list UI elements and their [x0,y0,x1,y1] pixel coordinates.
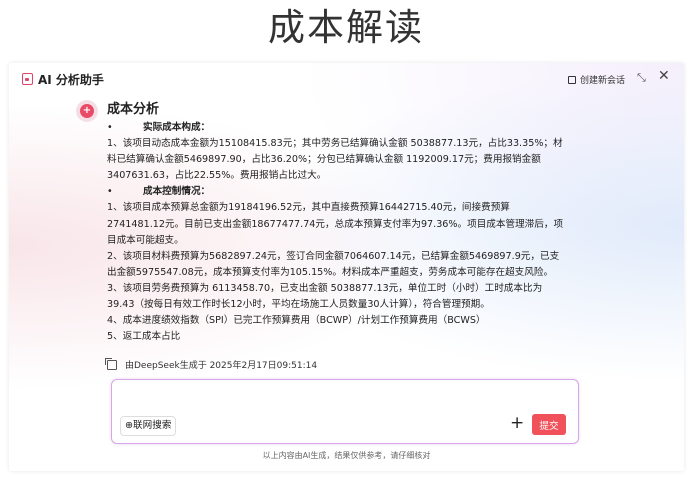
assistant-avatar: + [76,100,98,122]
app-name: AI 分析助手 [38,73,104,87]
submit-button[interactable]: 提交 [532,414,566,435]
generated-by-text: 由DeepSeek生成于 2025年2月17日09:51:14 [125,361,318,371]
app-logo-icon [22,73,33,85]
copy-icon[interactable] [105,357,117,370]
page-title: 成本解读 [268,6,424,49]
message-line: 2741481.12元。目前已支出金额18677477.74元，总成本预算支付率… [107,218,564,230]
section-heading: • 成本控制情况： [107,184,607,200]
message-line: 3、该项目劳务费预算为 6113458.70，已支出金额 5038877.13元… [107,282,543,294]
bullet-icon: • [107,186,113,198]
new-chat-button[interactable]: 创建新会话 [568,73,625,86]
message-line: 出金额5975547.08元，成本预算支付率为105.15%。材料成本严重超支，… [107,266,554,278]
message-line: 3407631.63，占比22.55%。费用报销占比过大。 [107,170,327,182]
message-line: 1、该项目成本预算总金额为19184196.52元，其中直接费预算1644271… [107,202,510,214]
message-line: 2、该项目材料费预算为5682897.24元，签订合同金额7064607.14元… [107,250,560,262]
message-title: 成本分析 [107,102,160,117]
plus-icon[interactable]: + [510,413,524,433]
message-content: 成本分析 • 实际成本构成： 1、该项目动态成本金额为15108415.83元；… [107,101,607,345]
new-chat-label: 创建新会话 [580,76,626,86]
message-line: 5、返工成本占比 [107,331,181,343]
chat-input-box[interactable]: ⊕联网搜索 + 提交 [111,379,579,444]
message-line: 1、该项目动态成本金额为15108415.83元；其中劳务已结算确认金额 503… [107,138,563,150]
message-line: 料已结算确认金额5469897.90，占比36.20%；分包已结算确认金额 11… [107,154,541,166]
section-heading-label: 实际成本构成： [143,122,211,133]
section-heading-label: 成本控制情况： [143,186,211,198]
footer-note: 以上内容由AI生成，结果仅供参考，请仔细核对 [262,451,431,460]
message-line: 目成本可能超支。 [107,234,184,246]
collapse-icon[interactable]: ⤡ [637,71,646,85]
web-search-button[interactable]: ⊕联网搜索 [120,416,177,436]
bullet-icon: • [107,122,113,133]
panel-header: AI 分析助手 创建新会话 ⤡ ✕ [9,63,684,97]
generation-meta: 由DeepSeek生成于 2025年2月17日09:51:14 [105,357,318,371]
assistant-panel: AI 分析助手 创建新会话 ⤡ ✕ + 成本分析 • 实际成本构成： 1、该项目… [9,63,684,471]
assistant-avatar-icon: + [80,104,94,118]
message-line: 39.43（按每日有效工作时长12小时，平均在场施工人员数量30人计算），符合管… [107,299,490,311]
section-heading: • 实际成本构成： [107,120,607,136]
new-chat-icon [568,75,576,84]
close-icon[interactable]: ✕ [658,68,670,84]
message-line: 4、成本进度绩效指数（SPI）已完工作预算费用（BCWP）/计划工作预算费用（B… [107,315,486,327]
